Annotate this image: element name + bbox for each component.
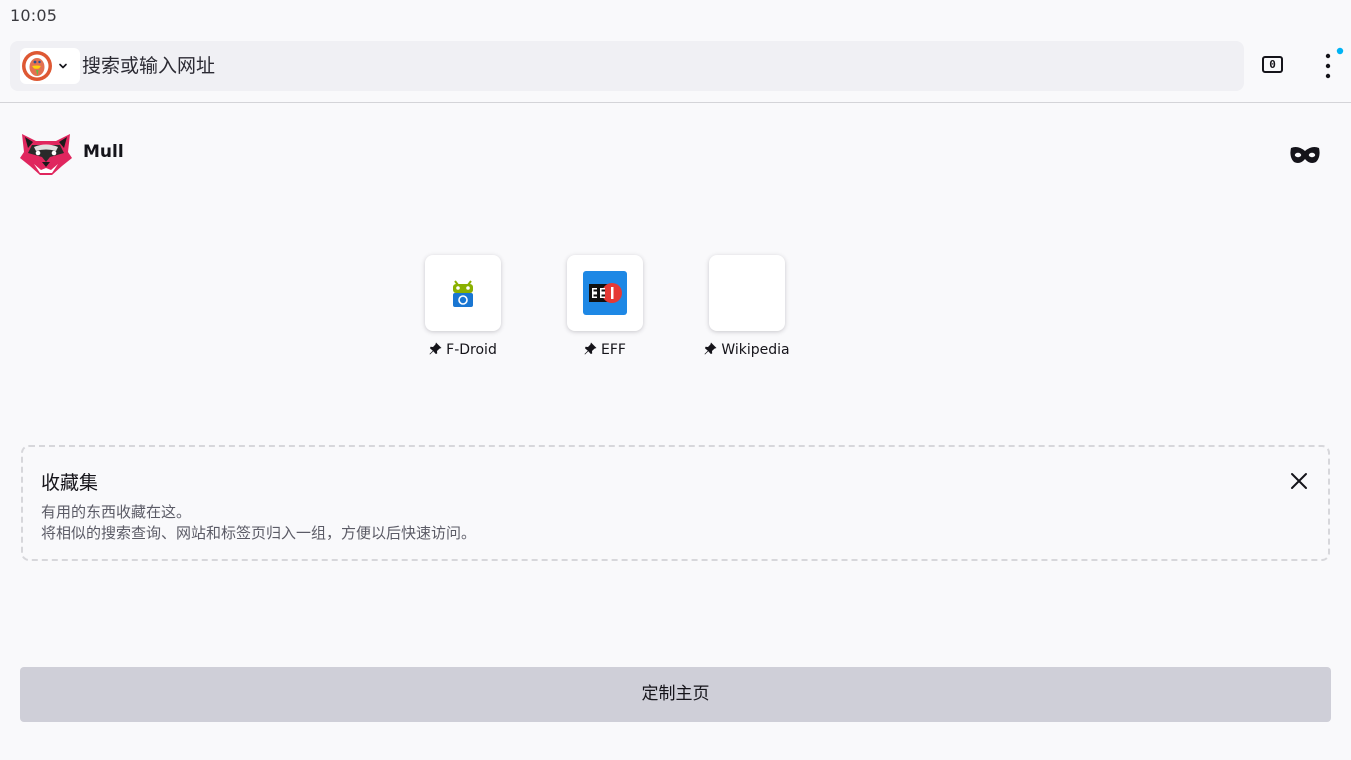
chevron-down-icon: [59, 63, 67, 69]
brand-logo: [20, 132, 72, 176]
pin-icon: [429, 342, 442, 355]
pin-icon: [704, 342, 717, 355]
status-time: 10:05: [10, 6, 58, 25]
top-site-tile[interactable]: [567, 255, 643, 331]
f-droid-icon: [453, 280, 473, 307]
close-icon: [1291, 473, 1307, 489]
wikipedia-icon: [725, 271, 769, 315]
collections-close-button[interactable]: [1285, 467, 1313, 495]
three-dot-menu-icon: [1325, 47, 1344, 79]
customize-homepage-button[interactable]: 定制主页: [20, 667, 1331, 722]
collections-title: 收藏集: [41, 472, 99, 494]
pin-icon: [584, 342, 597, 355]
top-site-tile[interactable]: [425, 255, 501, 331]
search-engine-button[interactable]: [20, 48, 80, 84]
url-bar[interactable]: 搜索或输入网址: [10, 41, 1244, 91]
mask-icon: [1290, 147, 1320, 163]
menu-button[interactable]: [1316, 46, 1346, 86]
top-site-tile[interactable]: [709, 255, 785, 331]
top-site-f-droid[interactable]: F-Droid: [403, 255, 523, 365]
browser-toolbar: 搜索或输入网址 0: [0, 32, 1351, 103]
url-placeholder[interactable]: 搜索或输入网址: [82, 54, 215, 78]
tab-counter-button[interactable]: 0: [1262, 56, 1283, 73]
private-mode-button[interactable]: [1289, 144, 1321, 166]
duckduckgo-icon: [22, 51, 52, 81]
top-site-label: EFF: [545, 342, 665, 358]
top-site-wikipedia[interactable]: Wikipedia: [687, 255, 807, 365]
top-site-label: Wikipedia: [687, 342, 807, 358]
top-site-label: F-Droid: [403, 342, 523, 358]
collections-description-line: 将相似的搜索查询、网站和标签页归入一组，方便以后快速访问。: [41, 524, 477, 542]
collections-description-line: 有用的东西收藏在这。: [41, 503, 192, 521]
red-panda-logo-icon: [20, 134, 72, 175]
top-site-eff[interactable]: EFF: [545, 255, 665, 365]
collections-description: 有用的东西收藏在这。 将相似的搜索查询、网站和标签页归入一组，方便以后快速访问。: [41, 502, 476, 544]
brand-wordmark: Mull: [83, 142, 124, 162]
notification-dot: [1336, 47, 1344, 55]
collections-placeholder: 收藏集 有用的东西收藏在这。 将相似的搜索查询、网站和标签页归入一组，方便以后快…: [21, 445, 1330, 561]
eff-icon: [583, 271, 627, 315]
